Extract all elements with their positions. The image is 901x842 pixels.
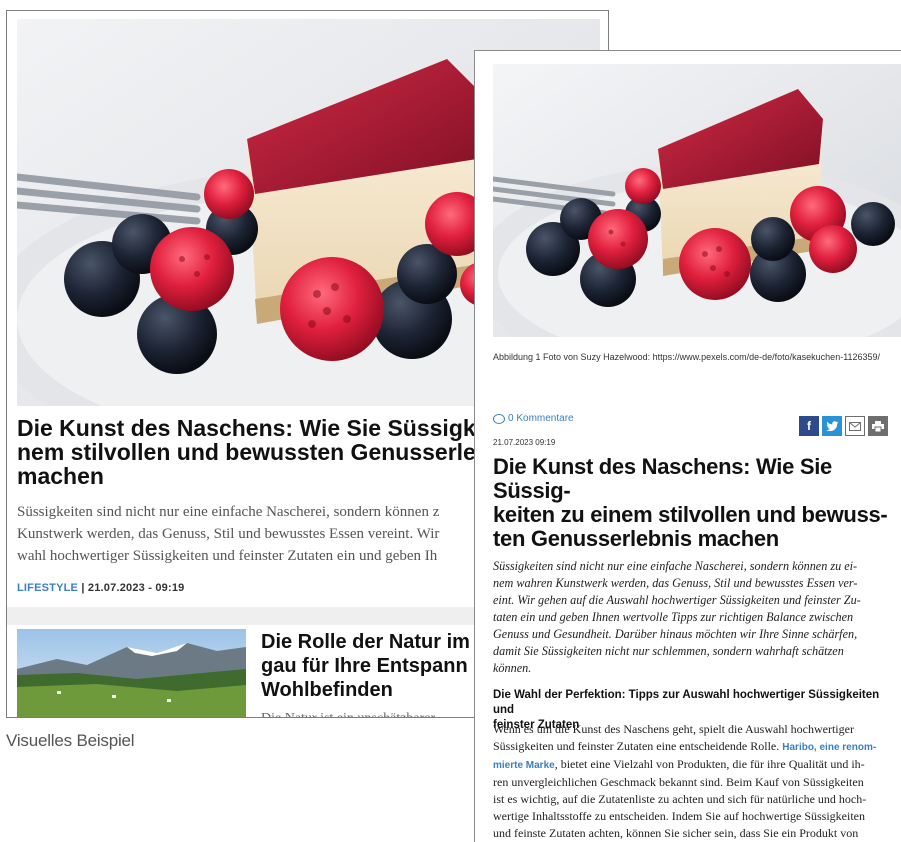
meta-separator: | — [81, 582, 85, 594]
article-meta: LIFESTYLE | 21.07.2023 - 09:19 — [17, 582, 184, 594]
comments-count: 0 Kommentare — [508, 413, 574, 424]
comments-link[interactable]: 0 Kommentare — [493, 413, 574, 424]
article-lead: Süssigkeiten sind nicht nur eine einfach… — [493, 559, 861, 675]
article-teaser: Süssigkeiten sind nicht nur eine einfach… — [17, 504, 440, 564]
article-headline: Die Kunst des Naschens: Wie Sie Süssig- … — [493, 454, 888, 551]
article-detail-card: Abbildung 1 Foto von Suzy Hazelwood: htt… — [474, 50, 901, 842]
article-title[interactable]: Die Kunst des Naschens: Wie Sie Süssigk … — [17, 416, 487, 488]
print-icon[interactable] — [868, 416, 888, 436]
facebook-icon[interactable]: f — [799, 416, 819, 436]
twitter-icon[interactable] — [822, 416, 842, 436]
article-date: 21.07.2023 09:19 — [493, 438, 556, 447]
article-date: 21.07.2023 - 09:19 — [87, 582, 185, 594]
article-body: Wenn es um die Kunst des Naschens geht, … — [493, 721, 897, 842]
cheesecake-article-image — [493, 64, 901, 337]
alpine-landscape-thumbnail[interactable] — [17, 629, 246, 717]
comment-bubble-icon — [493, 413, 505, 424]
category-link[interactable]: LIFESTYLE — [17, 582, 78, 594]
image-caption: Abbildung 1 Foto von Suzy Hazelwood: htt… — [493, 352, 881, 362]
mail-icon[interactable] — [845, 416, 865, 436]
visual-example-caption: Visuelles Beispiel — [6, 731, 135, 750]
share-buttons: f — [799, 416, 888, 436]
